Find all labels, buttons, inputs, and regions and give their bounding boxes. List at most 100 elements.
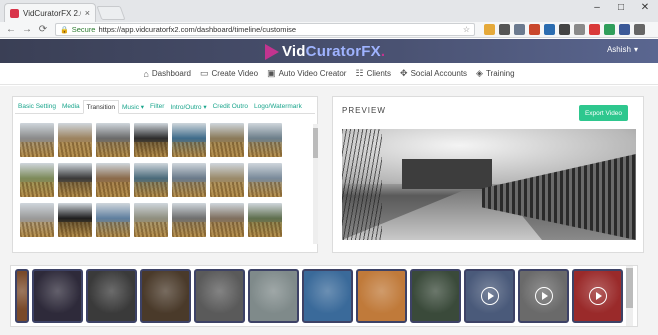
lock-icon: 🔒 [60, 26, 69, 34]
media-clip[interactable] [32, 269, 83, 323]
transition-thumbnail[interactable] [58, 163, 92, 197]
transition-thumbnail[interactable] [172, 203, 206, 237]
transition-thumbnail[interactable] [210, 163, 244, 197]
transition-thumbnail[interactable] [20, 203, 54, 237]
transition-thumbnail[interactable] [134, 163, 168, 197]
clients-icon: ☷ [355, 68, 364, 78]
bookmark-star-icon[interactable]: ☆ [463, 25, 470, 34]
app-favicon-icon [10, 8, 19, 18]
nav-item-label: Auto Video Creator [278, 69, 347, 78]
transition-thumbnail[interactable] [134, 123, 168, 157]
play-icon[interactable] [480, 287, 499, 305]
nav-item-label: Create Video [211, 69, 259, 78]
forward-arrow-icon[interactable]: → [22, 24, 32, 35]
extension-icon[interactable] [619, 24, 630, 35]
transition-thumbnail[interactable] [210, 203, 244, 237]
media-clip[interactable] [464, 269, 515, 323]
tab-transition[interactable]: Transition [82, 100, 119, 114]
tab-logo-watermark[interactable]: Logo/Watermark [251, 100, 305, 113]
extension-icon[interactable] [529, 24, 540, 35]
transition-thumbnail[interactable] [248, 203, 282, 237]
close-window-button[interactable]: ✕ [638, 2, 652, 13]
transition-grid [20, 123, 308, 245]
back-arrow-icon[interactable]: ← [6, 24, 16, 35]
transition-thumbnail[interactable] [20, 123, 54, 157]
media-clip[interactable] [194, 269, 245, 323]
extension-icon[interactable] [574, 24, 585, 35]
tab-credit-outro[interactable]: Credit Outro [210, 100, 251, 113]
tab-basic-setting[interactable]: Basic Setting [15, 100, 59, 113]
main-nav: ⌂ Dashboard ▭ Create Video ▣ Auto Video Creat… [0, 63, 658, 85]
media-clip[interactable] [410, 269, 461, 323]
extension-icon[interactable] [499, 24, 510, 35]
extension-icon[interactable] [514, 24, 525, 35]
media-clip[interactable] [356, 269, 407, 323]
media-strip-scrollbar[interactable] [626, 266, 633, 326]
play-logo-icon [265, 43, 279, 60]
editor-panel: Basic Setting Media Transition Music ▾ Filte… [12, 96, 318, 253]
preview-title: PREVIEW [342, 106, 386, 115]
user-menu[interactable]: Ashish ▾ [607, 45, 638, 54]
media-clip[interactable] [15, 269, 29, 323]
transition-thumbnail[interactable] [96, 123, 130, 157]
home-icon: ⌂ [143, 68, 149, 79]
transition-thumbnail[interactable] [248, 123, 282, 157]
preview-panel: PREVIEW Export Video [332, 96, 644, 253]
transition-thumbnail[interactable] [172, 123, 206, 157]
secure-label: Secure [71, 25, 96, 34]
close-tab-icon[interactable]: × [85, 8, 90, 18]
nav-item-clients[interactable]: ☷ Clients [355, 68, 391, 79]
tab-intro-outro[interactable]: Intro/Outro ▾ [167, 100, 209, 113]
reload-icon[interactable]: ⟳ [38, 24, 48, 35]
nav-item-dashboard[interactable]: ⌂ Dashboard [143, 69, 191, 79]
url-text[interactable]: https://app.vidcuratorfx2.com/dashboard/… [98, 25, 296, 34]
transition-scrollbar[interactable] [313, 124, 318, 244]
transition-thumbnail[interactable] [96, 163, 130, 197]
window-controls: – □ ✕ [590, 2, 652, 13]
transition-thumbnail[interactable] [248, 163, 282, 197]
play-icon[interactable] [534, 287, 553, 305]
nav-item-auto-video-creator[interactable]: ▣ Auto Video Creator [267, 68, 346, 79]
new-tab-button[interactable] [96, 6, 126, 20]
maximize-button[interactable]: □ [614, 2, 628, 13]
extension-icon[interactable] [544, 24, 555, 35]
browser-tab[interactable]: VidCuratorFX 2.0 × [4, 3, 96, 22]
media-clip[interactable] [86, 269, 137, 323]
transition-thumbnail[interactable] [172, 163, 206, 197]
logo-text: VidCuratorFX. [282, 43, 386, 60]
nav-item-label: Training [485, 69, 515, 78]
transition-thumbnail[interactable] [96, 203, 130, 237]
media-clip[interactable] [140, 269, 191, 323]
address-bar[interactable]: 🔒 Secure https://app.vidcuratorfx2.com/d… [55, 23, 475, 36]
nav-item-create-video[interactable]: ▭ Create Video [200, 68, 258, 79]
nav-item-label: Clients [366, 69, 392, 78]
tab-music[interactable]: Music ▾ [119, 100, 147, 113]
play-icon[interactable] [588, 287, 607, 305]
nav-item-training[interactable]: ◈ Training [476, 68, 515, 79]
extension-icon[interactable] [604, 24, 615, 35]
media-clip[interactable] [248, 269, 299, 323]
app-logo[interactable]: VidCuratorFX. [265, 43, 385, 60]
transition-thumbnail[interactable] [58, 123, 92, 157]
tv-icon: ▣ [267, 68, 276, 78]
extension-icon[interactable] [634, 24, 645, 35]
tab-media[interactable]: Media [59, 100, 83, 113]
transition-thumbnail[interactable] [58, 203, 92, 237]
media-strip [10, 265, 638, 327]
training-icon: ◈ [476, 68, 483, 78]
extension-icon[interactable] [559, 24, 570, 35]
media-clip[interactable] [302, 269, 353, 323]
export-video-button[interactable]: Export Video [579, 105, 628, 121]
transition-thumbnail[interactable] [210, 123, 244, 157]
transition-thumbnail[interactable] [20, 163, 54, 197]
nav-item-social-accounts[interactable]: ✥ Social Accounts [400, 68, 467, 79]
media-clip[interactable] [518, 269, 569, 323]
extension-icon[interactable] [484, 24, 495, 35]
minimize-button[interactable]: – [590, 2, 604, 13]
extension-icon[interactable] [589, 24, 600, 35]
browser-tab-strip: VidCuratorFX 2.0 × – □ ✕ [0, 0, 658, 22]
tab-filter[interactable]: Filter [147, 100, 167, 113]
nav-item-label: Dashboard [151, 69, 191, 78]
transition-thumbnail[interactable] [134, 203, 168, 237]
media-clip[interactable] [572, 269, 623, 323]
